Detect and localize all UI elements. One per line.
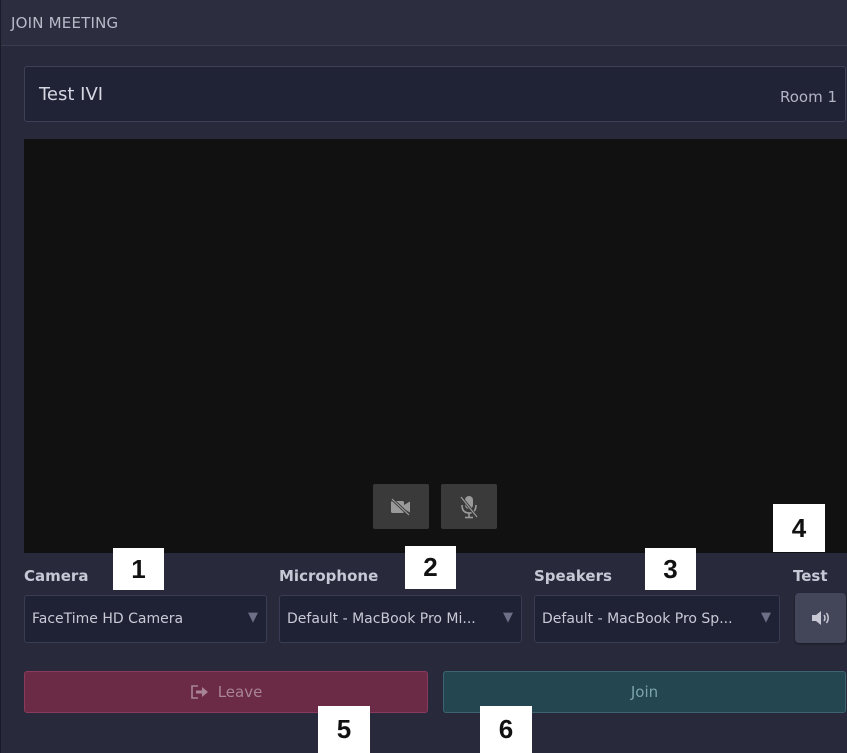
speakers-select-value: Default - MacBook Pro Sp... — [542, 611, 733, 627]
callout-4: 4 — [773, 504, 825, 552]
chevron-down-icon: ▼ — [761, 610, 771, 625]
speakers-label: Speakers — [534, 567, 612, 585]
callout-6: 6 — [480, 706, 532, 753]
microphone-toggle-button[interactable] — [441, 484, 497, 529]
panel-header: JOIN MEETING — [1, 0, 847, 46]
camera-label: Camera — [24, 567, 89, 585]
join-button-label: Join — [630, 683, 659, 701]
speaker-icon — [811, 611, 829, 625]
exit-icon — [190, 685, 208, 699]
chevron-down-icon: ▼ — [503, 610, 513, 625]
room-info-bar: Test IVI Room 1 — [24, 66, 846, 122]
meeting-name: Test IVI — [39, 84, 104, 105]
callout-3: 3 — [645, 548, 696, 590]
camera-toggle-button[interactable] — [373, 484, 429, 529]
callout-5: 5 — [318, 706, 370, 753]
test-speakers-button[interactable] — [795, 593, 846, 643]
room-label: Room 1 — [779, 88, 837, 106]
video-preview — [24, 139, 847, 553]
callout-2: 2 — [405, 546, 456, 589]
camera-select[interactable]: FaceTime HD Camera ▼ — [24, 595, 267, 643]
speakers-select[interactable]: Default - MacBook Pro Sp... ▼ — [534, 595, 780, 643]
panel-title: JOIN MEETING — [11, 14, 119, 32]
camera-select-value: FaceTime HD Camera — [32, 611, 184, 627]
mic-off-icon — [459, 495, 479, 518]
leave-button-label: Leave — [217, 683, 263, 701]
chevron-down-icon: ▼ — [248, 610, 258, 625]
microphone-select[interactable]: Default - MacBook Pro Mi... ▼ — [279, 595, 522, 643]
microphone-label: Microphone — [279, 567, 379, 585]
microphone-select-value: Default - MacBook Pro Mi... — [287, 611, 476, 627]
camera-off-icon — [390, 497, 411, 516]
callout-1: 1 — [113, 548, 164, 590]
join-meeting-panel: JOIN MEETING Test IVI Room 1 Camera Micr… — [0, 0, 847, 753]
test-label: Test — [793, 567, 828, 585]
